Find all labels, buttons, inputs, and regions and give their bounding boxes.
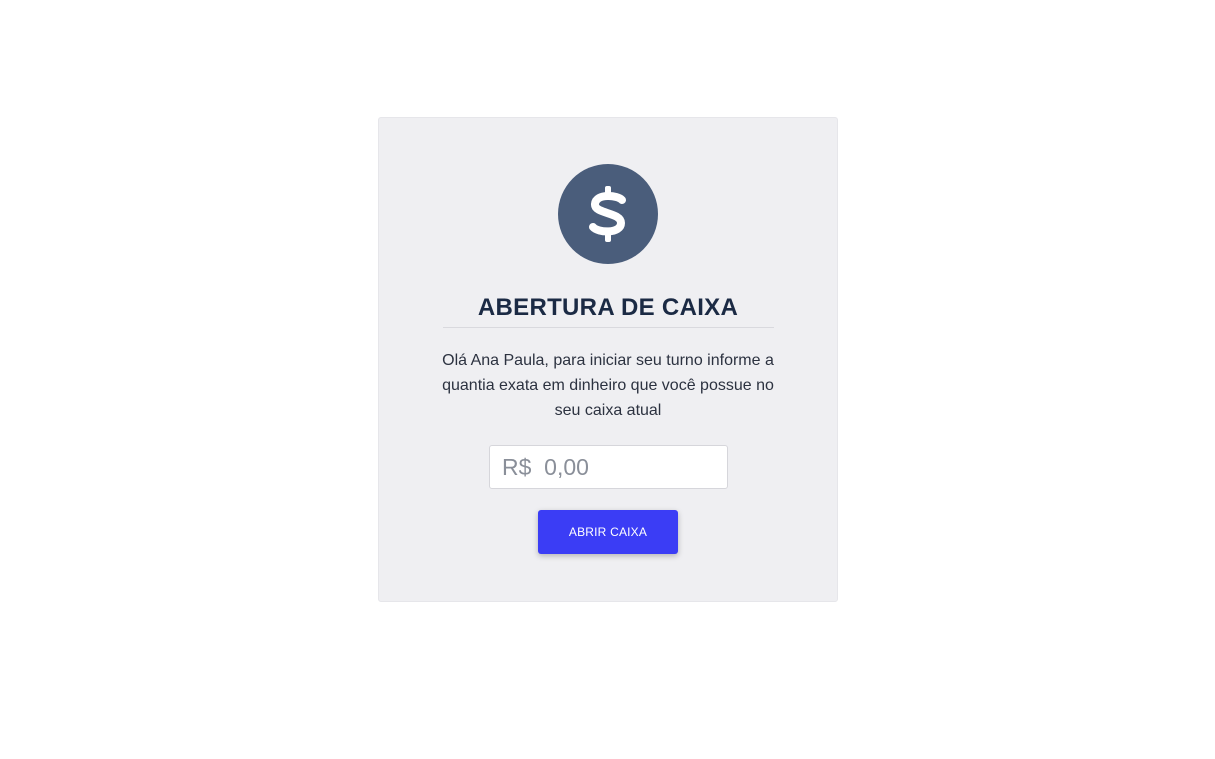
page: ABERTURA DE CAIXA Olá Ana Paula, para in…	[0, 0, 1215, 759]
dollar-icon	[558, 164, 658, 264]
page-title: ABERTURA DE CAIXA	[477, 294, 739, 321]
cash-amount-input[interactable]	[489, 445, 728, 489]
cash-opening-card: ABERTURA DE CAIXA Olá Ana Paula, para in…	[378, 117, 838, 602]
instruction-message: Olá Ana Paula, para iniciar seu turno in…	[442, 352, 774, 419]
title-divider	[443, 327, 774, 328]
open-cash-register-button[interactable]: ABRIR CAIXA	[538, 510, 678, 554]
